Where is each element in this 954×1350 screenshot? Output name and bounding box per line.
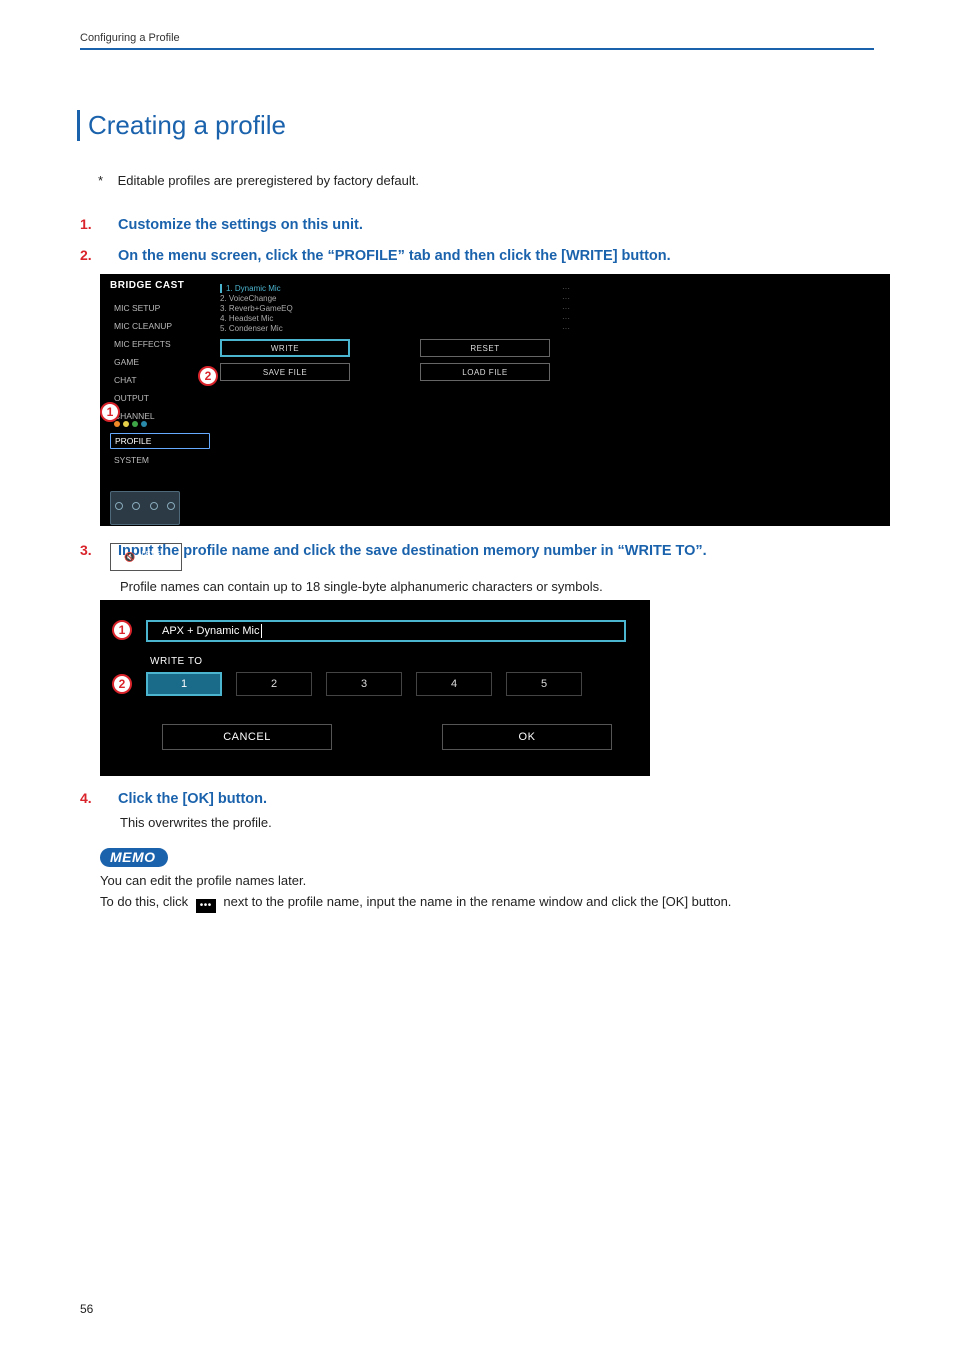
sidebar-item-chat[interactable]: CHAT	[110, 373, 210, 387]
cancel-button[interactable]: CANCEL	[162, 724, 332, 750]
callout-badge-2: 2	[198, 366, 218, 386]
step-number: 2.	[80, 247, 98, 263]
ok-button[interactable]: OK	[442, 724, 612, 750]
write-button[interactable]: WRITE	[220, 339, 350, 357]
level-meter-button[interactable]: 🔇 LEVELMETER	[110, 543, 182, 571]
step-body: This overwrites the profile.	[120, 815, 874, 830]
step-number: 3.	[80, 542, 98, 558]
profile-list-item[interactable]: 4. Headset Mic ···	[220, 314, 570, 323]
profile-name: 2. VoiceChange	[220, 294, 277, 303]
write-slot-5[interactable]: 5	[506, 672, 582, 696]
screenshot-profile-screen: BRIDGE CAST MIC SETUP MIC CLEANUP MIC EF…	[100, 274, 890, 526]
sidebar-item-profile[interactable]: PROFILE	[110, 433, 210, 449]
reset-button[interactable]: RESET	[420, 339, 550, 357]
step-title: Customize the settings on this unit.	[118, 217, 363, 233]
channel-dots	[114, 421, 206, 427]
write-to-slots: 1 2 3 4 5	[146, 672, 582, 696]
memo-line-1: You can edit the profile names later.	[100, 871, 874, 892]
dot-cyan-icon	[141, 421, 147, 427]
profile-name: 4. Headset Mic	[220, 314, 273, 323]
text-cursor-icon	[261, 624, 262, 638]
more-icon[interactable]: ···	[562, 324, 570, 333]
step-number: 4.	[80, 790, 98, 806]
memo-line-2b: next to the profile name, input the name…	[223, 894, 731, 909]
profile-list: 1. Dynamic Mic ··· 2. VoiceChange ··· 3. R…	[220, 284, 570, 333]
write-slot-4[interactable]: 4	[416, 672, 492, 696]
device-thumbnail-icon	[110, 491, 180, 525]
sidebar-item-mic-cleanup[interactable]: MIC CLEANUP	[110, 319, 210, 333]
more-icon[interactable]: ···	[562, 314, 570, 323]
note-text: Editable profiles are preregistered by f…	[118, 173, 419, 188]
write-to-label: WRITE TO	[150, 656, 203, 667]
memo-line-2a: To do this, click	[100, 894, 188, 909]
profile-name: 1. Dynamic Mic	[226, 284, 281, 293]
write-slot-2[interactable]: 2	[236, 672, 312, 696]
more-menu-icon: •••	[196, 899, 216, 913]
callout-badge-1: 1	[100, 402, 120, 422]
dot-yellow-icon	[123, 421, 129, 427]
memo-line-2: To do this, click ••• next to the profil…	[100, 892, 874, 913]
sidebar-item-system[interactable]: SYSTEM	[110, 453, 210, 467]
factory-note: * Editable profiles are preregistered by…	[98, 173, 874, 188]
app-brand: BRIDGE CAST	[110, 280, 210, 291]
page-number: 56	[80, 1302, 93, 1316]
profile-name: 3. Reverb+GameEQ	[220, 304, 293, 313]
sidebar-item-channel[interactable]: CHANNEL	[110, 409, 210, 429]
sidebar-item-game[interactable]: GAME	[110, 355, 210, 369]
profile-list-item[interactable]: 1. Dynamic Mic ···	[220, 284, 570, 293]
channel-label: CHANNEL	[114, 411, 155, 421]
speaker-icon: 🔇	[124, 553, 135, 562]
sidebar-item-mic-effects[interactable]: MIC EFFECTS	[110, 337, 210, 351]
profile-name: 5. Condenser Mic	[220, 324, 283, 333]
memo-badge: MEMO	[100, 848, 168, 867]
screenshot-write-dialog: APX + Dynamic Mic WRITE TO 1 2 3 4 5 CAN…	[100, 600, 650, 776]
profile-list-item[interactable]: 5. Condenser Mic ···	[220, 324, 570, 333]
profile-name-value: APX + Dynamic Mic	[162, 625, 260, 637]
profile-list-item[interactable]: 2. VoiceChange ···	[220, 294, 570, 303]
dot-orange-icon	[114, 421, 120, 427]
level-label-line2: METER	[141, 557, 167, 565]
load-file-button[interactable]: LOAD FILE	[420, 363, 550, 381]
write-slot-3[interactable]: 3	[326, 672, 402, 696]
callout-badge-1: 1	[112, 620, 132, 640]
asterisk: *	[98, 173, 114, 188]
running-header: Configuring a Profile	[80, 32, 874, 50]
section-heading: Creating a profile	[77, 110, 874, 141]
step-body: Profile names can contain up to 18 singl…	[120, 579, 874, 594]
dot-green-icon	[132, 421, 138, 427]
callout-badge-2: 2	[112, 674, 132, 694]
sidebar-item-output[interactable]: OUTPUT	[110, 391, 210, 405]
sidebar-item-mic-setup[interactable]: MIC SETUP	[110, 301, 210, 315]
more-icon[interactable]: ···	[562, 294, 570, 303]
save-file-button[interactable]: SAVE FILE	[220, 363, 350, 381]
step-title: Click the [OK] button.	[118, 791, 267, 807]
profile-list-item[interactable]: 3. Reverb+GameEQ ···	[220, 304, 570, 313]
write-slot-1[interactable]: 1	[146, 672, 222, 696]
more-icon[interactable]: ···	[562, 284, 570, 293]
profile-name-input[interactable]: APX + Dynamic Mic	[146, 620, 626, 642]
step-number: 1.	[80, 216, 98, 232]
more-icon[interactable]: ···	[562, 304, 570, 313]
step-title: On the menu screen, click the “PROFILE” …	[118, 248, 671, 264]
